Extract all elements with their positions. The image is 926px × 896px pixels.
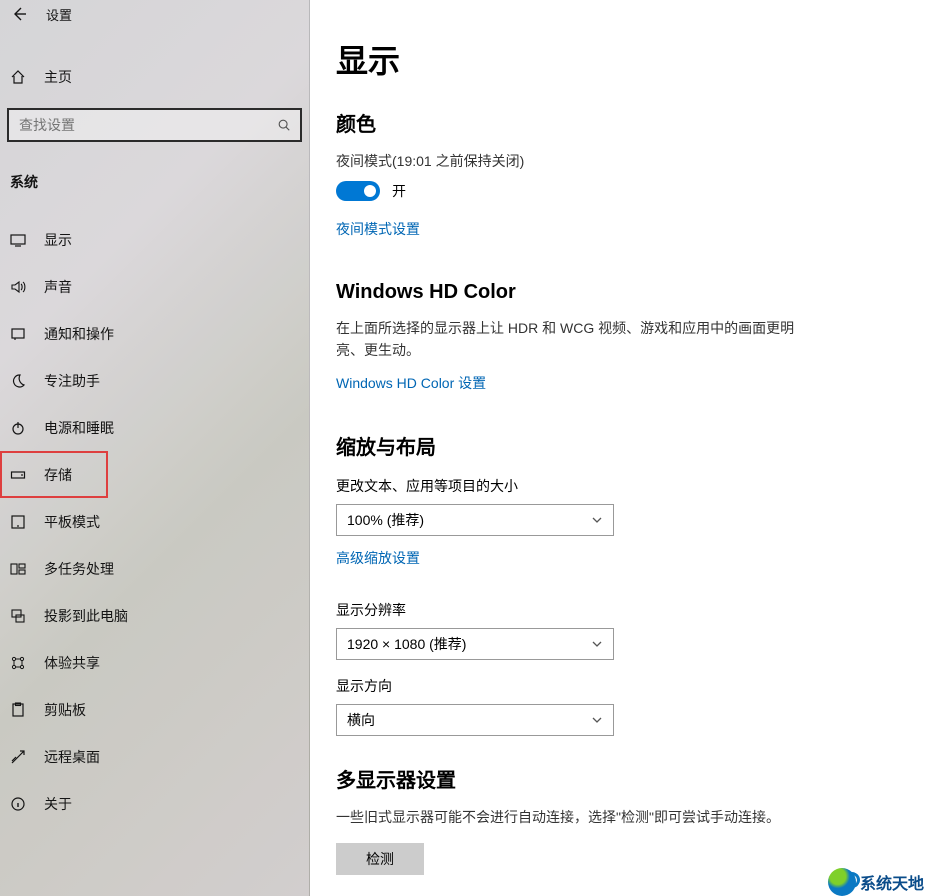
sidebar-item-projecting[interactable]: 投影到此电脑 (0, 592, 309, 639)
section-heading: 系统 (0, 172, 309, 192)
home-label: 主页 (44, 67, 72, 87)
multi-description: 一些旧式显示器可能不会进行自动连接，选择"检测"即可尝试手动连接。 (336, 807, 796, 829)
remote-icon (10, 749, 26, 765)
sidebar-item-tablet[interactable]: 平板模式 (0, 498, 309, 545)
orientation-label: 显示方向 (336, 676, 900, 696)
sidebar-item-storage[interactable]: 存储 (0, 451, 108, 498)
storage-icon (10, 467, 26, 483)
info-icon (10, 796, 26, 812)
main-panel: 显示 颜色 夜间模式(19:01 之前保持关闭) 开 夜间模式设置 Window… (310, 0, 926, 896)
advanced-scaling-link[interactable]: 高级缩放设置 (336, 548, 420, 568)
scale-label: 更改文本、应用等项目的大小 (336, 476, 900, 496)
hd-color-description: 在上面所选择的显示器上让 HDR 和 WCG 视频、游戏和应用中的画面更明亮、更… (336, 318, 796, 361)
sidebar-item-label: 电源和睡眠 (44, 418, 114, 438)
scaling-section: 缩放与布局 更改文本、应用等项目的大小 100% (推荐) 高级缩放设置 显示分… (336, 431, 900, 736)
resolution-label: 显示分辨率 (336, 600, 900, 620)
orientation-value: 横向 (347, 710, 375, 730)
resolution-value: 1920 × 1080 (推荐) (347, 634, 466, 654)
sidebar-item-shared[interactable]: 体验共享 (0, 639, 309, 686)
power-icon (10, 420, 26, 436)
sidebar-item-multitask[interactable]: 多任务处理 (0, 545, 309, 592)
nav-list: 显示 声音 通知和操作 专注助手 电源和睡眠 存储 平板模式 多任务处理 (0, 216, 309, 827)
scale-value: 100% (推荐) (347, 510, 424, 530)
app-title: 设置 (46, 5, 72, 24)
hd-color-section: Windows HD Color 在上面所选择的显示器上让 HDR 和 WCG … (336, 281, 900, 405)
tablet-icon (10, 514, 26, 530)
orientation-select[interactable]: 横向 (336, 704, 614, 736)
monitor-icon (10, 232, 26, 248)
sidebar-item-label: 关于 (44, 794, 72, 814)
share-icon (10, 655, 26, 671)
chevron-down-icon (591, 638, 603, 650)
detect-button[interactable]: 检测 (336, 843, 424, 875)
sidebar-item-label: 体验共享 (44, 653, 100, 673)
sidebar-item-power[interactable]: 电源和睡眠 (0, 404, 309, 451)
arrow-left-icon (11, 6, 27, 22)
night-light-label: 夜间模式(19:01 之前保持关闭) (336, 151, 900, 171)
night-light-settings-link[interactable]: 夜间模式设置 (336, 219, 420, 239)
clipboard-icon (10, 702, 26, 718)
sidebar-item-sound[interactable]: 声音 (0, 263, 309, 310)
search-box[interactable] (7, 108, 302, 142)
sidebar-item-label: 平板模式 (44, 512, 100, 532)
sidebar-item-label: 显示 (44, 230, 72, 250)
page-title: 显示 (336, 36, 900, 82)
back-button[interactable] (10, 5, 28, 23)
sidebar-item-notifications[interactable]: 通知和操作 (0, 310, 309, 357)
multitask-icon (10, 561, 26, 577)
sound-icon (10, 279, 26, 295)
sidebar-item-label: 远程桌面 (44, 747, 100, 767)
watermark-text: 系统天地 (860, 870, 924, 894)
night-light-toggle[interactable] (336, 181, 380, 201)
chevron-down-icon (591, 514, 603, 526)
multi-display-section: 多显示器设置 一些旧式显示器可能不会进行自动连接，选择"检测"即可尝试手动连接。… (336, 764, 900, 896)
scale-select[interactable]: 100% (推荐) (336, 504, 614, 536)
sidebar-item-label: 剪贴板 (44, 700, 86, 720)
sidebar-item-remote[interactable]: 远程桌面 (0, 733, 309, 780)
search-icon (276, 117, 292, 133)
moon-icon (10, 373, 26, 389)
hd-color-heading: Windows HD Color (336, 281, 900, 304)
sidebar-item-label: 声音 (44, 277, 72, 297)
watermark: 系统天地 (828, 868, 924, 896)
sidebar-item-display[interactable]: 显示 (0, 216, 309, 263)
color-section: 颜色 夜间模式(19:01 之前保持关闭) 开 夜间模式设置 (336, 108, 900, 251)
sidebar-item-label: 多任务处理 (44, 559, 114, 579)
sidebar-item-label: 专注助手 (44, 371, 100, 391)
color-heading: 颜色 (336, 108, 900, 137)
project-icon (10, 608, 26, 624)
resolution-select[interactable]: 1920 × 1080 (推荐) (336, 628, 614, 660)
hd-color-settings-link[interactable]: Windows HD Color 设置 (336, 373, 486, 393)
sidebar-item-about[interactable]: 关于 (0, 780, 309, 827)
globe-icon (828, 868, 856, 896)
home-nav[interactable]: 主页 (0, 62, 309, 92)
toggle-state: 开 (392, 181, 406, 201)
sidebar-item-focus[interactable]: 专注助手 (0, 357, 309, 404)
home-icon (10, 69, 26, 85)
notification-icon (10, 326, 26, 342)
sidebar-item-label: 投影到此电脑 (44, 606, 128, 626)
search-input[interactable] (19, 117, 276, 133)
chevron-down-icon (591, 714, 603, 726)
sidebar-item-label: 通知和操作 (44, 324, 114, 344)
multi-heading: 多显示器设置 (336, 764, 900, 793)
sidebar: 设置 主页 系统 显示 声音 通知和操作 专注助手 (0, 0, 310, 896)
sidebar-item-label: 存储 (44, 465, 72, 485)
sidebar-item-clipboard[interactable]: 剪贴板 (0, 686, 309, 733)
scaling-heading: 缩放与布局 (336, 431, 900, 460)
